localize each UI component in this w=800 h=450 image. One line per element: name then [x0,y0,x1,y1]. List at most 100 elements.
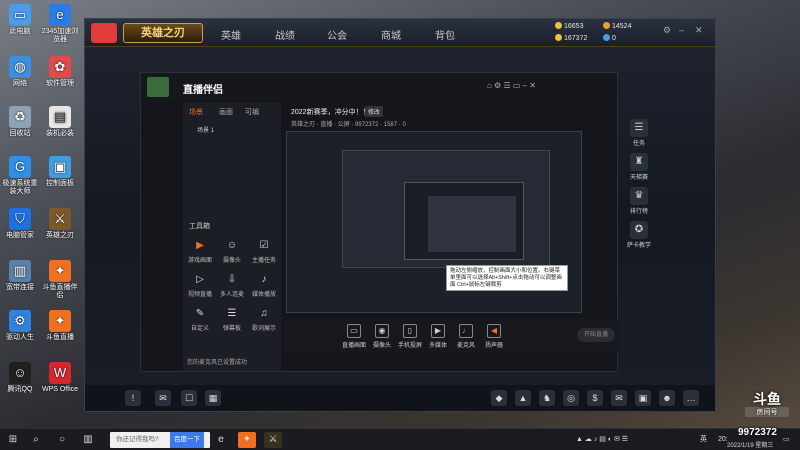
scene-panel: 场景 画面 可编 场景 1 工具箱 ▶ 游戏画面 ☺ 摄像头 ☑ 主播任务 ▷ 视频直播… [183,103,281,371]
desktop-icon-must-install[interactable]: ▤ 装机必装 [40,106,80,138]
diamond-icon [603,22,610,29]
desktop-icon-wps[interactable]: W WPS Office [40,362,80,394]
tray-icons: ▲ ☁ ♪ ▤ ◐ ✉ ☰ [576,436,629,443]
game-taskbar-icon[interactable]: ⚔ [264,432,282,448]
game-top-bar: 英雄之刃 英雄 战绩 公会 商城 背包 16653 14524 167372 0… [85,19,715,47]
camera-icon: ☺ [226,240,238,251]
edit-title-button[interactable]: 修改 [365,106,384,117]
avatar[interactable] [147,77,169,97]
task-icon: ☰ [630,119,648,137]
nav-bag[interactable]: 背包 [435,27,455,42]
sidebar-item-rank[interactable]: ♛ 排行榜 [623,187,655,215]
nav-guild[interactable]: 公会 [327,27,347,42]
more-button[interactable]: … [683,390,699,406]
tool-media[interactable]: ♪ 媒体播放 [251,273,277,298]
desktop-icon-douyu[interactable]: ✦ 斗鱼直播 [40,310,80,342]
tab-screen[interactable]: 画面 [219,107,233,117]
tab-scene[interactable]: 场景 [189,107,203,117]
gem-icon [603,34,610,41]
baidu-search-button[interactable]: 百度一下 [170,432,204,448]
desktop-icon-browser[interactable]: e 2345加速浏览器 [40,4,80,44]
custom-icon: ✎ [195,308,205,319]
tool-video[interactable]: ▷ 视频直播 [187,273,213,298]
money-button[interactable]: $ [587,390,603,406]
desktop-icon-software-manager[interactable]: ✿ 软件管理 [40,56,80,88]
ctrl-mic[interactable]: ♩ 麦克风 [453,324,479,349]
ctrl-camera[interactable]: ◉ 摄像头 [369,324,395,349]
folder-icon: ▤ [49,106,71,128]
driver-icon: ⚙ [9,310,31,332]
mic-notice: 您的麦克风已设置成功 [187,360,248,366]
settings-icon[interactable]: ⚙ [663,25,671,36]
input-language[interactable]: 英 [700,432,707,448]
start-icon[interactable]: ⊞ [4,432,22,448]
tool-lyrics[interactable]: ♫ 歌词展示 [251,307,277,332]
search-icon[interactable]: ⌕ [28,432,44,448]
scene-item[interactable]: 场景 1 [197,125,214,134]
edge-icon[interactable]: e [212,432,230,448]
cortana-icon[interactable]: ○ [54,432,70,448]
photo-button[interactable]: ▣ [635,390,651,406]
desktop-icon-hero-blade[interactable]: ⚔ 英雄之刃 [40,208,80,240]
douyu-room-label: 房间号 [745,407,789,417]
desktop-icon-system-reinstall[interactable]: G 极速系统重装大师 [0,156,40,196]
minimize-icon[interactable]: – [679,25,684,35]
rune-button[interactable]: ◎ [563,390,579,406]
message-button[interactable]: ✉ [611,390,627,406]
desktop-icon-recycle-bin[interactable]: ♻ 回收站 [0,106,40,138]
resource-coin: 167372 [555,34,587,42]
notification-icon[interactable]: ▭ [783,432,790,448]
mail-button[interactable]: ☐ [181,390,197,406]
close-icon[interactable]: ✕ [695,25,703,36]
desktop-icon-this-pc[interactable]: ▭ 此电脑 [0,4,40,36]
nav-heroes[interactable]: 英雄 [221,27,241,42]
resource-gem: 0 [603,34,616,42]
nav-shop[interactable]: 商城 [381,27,401,42]
phone-icon: ▯ [403,324,417,338]
date: 2022/1/19 星期三 [727,443,774,449]
diamond-button[interactable]: ◆ [491,390,507,406]
system-reinstall-icon: G [9,156,31,178]
task-view-icon[interactable]: ▥ [80,432,96,448]
chat-button[interactable]: ✉ [155,390,171,406]
tool-custom[interactable]: ✎ 自定义 [187,307,213,332]
desktop-icon-control-panel[interactable]: ▣ 控制面板 [40,156,80,188]
ctrl-speaker[interactable]: ◀ 扬声器 [481,324,507,349]
tool-danmaku[interactable]: ☰ 弹幕板 [219,307,245,332]
resource-gold: 16653 [555,22,583,30]
desktop-icon-driver[interactable]: ⚙ 驱动人生 [0,310,40,342]
tool-game-capture[interactable]: ▶ 游戏画面 [187,239,213,264]
notice-button[interactable]: ▦ [205,390,221,406]
douyu-companion-icon: ✦ [49,260,71,282]
room-number: 9972372 [738,427,777,438]
alert-button[interactable]: ! [125,390,141,406]
hero-button[interactable]: ♞ [539,390,555,406]
resource-diamond: 14524 [603,22,631,30]
tool-camera[interactable]: ☺ 摄像头 [219,239,245,264]
desktop-icon-pc-manager[interactable]: ⛉ 电脑管家 [0,208,40,240]
tool-multi-mic[interactable]: ⇩ 多人连麦 [219,273,245,298]
broadband-icon: ▥ [9,260,31,282]
ctrl-phone[interactable]: ▯ 手机投屏 [397,324,423,349]
game-bottom-bar: ! ✉ ☐ ▦ ◆ ▲ ♞ ◎ $ ✉ ▣ ☻ … [85,385,715,411]
douyu-icon: ✦ [49,310,71,332]
desktop-icon-qq[interactable]: ☺ 腾讯QQ [0,362,40,394]
sidebar-item-tutorial[interactable]: ✪ 萨卡教学 [623,221,655,249]
desktop-icon-broadband[interactable]: ▥ 宽带连接 [0,260,40,292]
gamepad-icon: ▶ [196,240,204,251]
tools-label: 工具箱 [189,223,210,230]
nav-record[interactable]: 战绩 [275,27,295,42]
sidebar-item-ladder[interactable]: ♜ 天梯赛 [623,153,655,181]
desktop-icon-network[interactable]: ◍ 网络 [0,56,40,88]
tab-edit[interactable]: 可编 [245,107,259,117]
sidebar-item-task[interactable]: ☰ 任务 [623,119,655,147]
tool-task[interactable]: ☑ 主播任务 [251,239,277,264]
start-stream-button[interactable]: 开始直播 [577,328,615,342]
ctrl-screen[interactable]: ▭ 直播画面 [341,324,367,349]
douyu-taskbar-icon[interactable]: ✦ [238,432,256,448]
bag-button[interactable]: ▲ [515,390,531,406]
social-button[interactable]: ☻ [659,390,675,406]
desktop-icon-douyu-companion[interactable]: ✦ 斗鱼直播伴侣 [40,260,80,300]
game-right-sidebar: ☰ 任务 ♜ 天梯赛 ♛ 排行榜 ✪ 萨卡教学 [623,119,659,259]
ctrl-media[interactable]: ▶ 多媒体 [425,324,451,349]
